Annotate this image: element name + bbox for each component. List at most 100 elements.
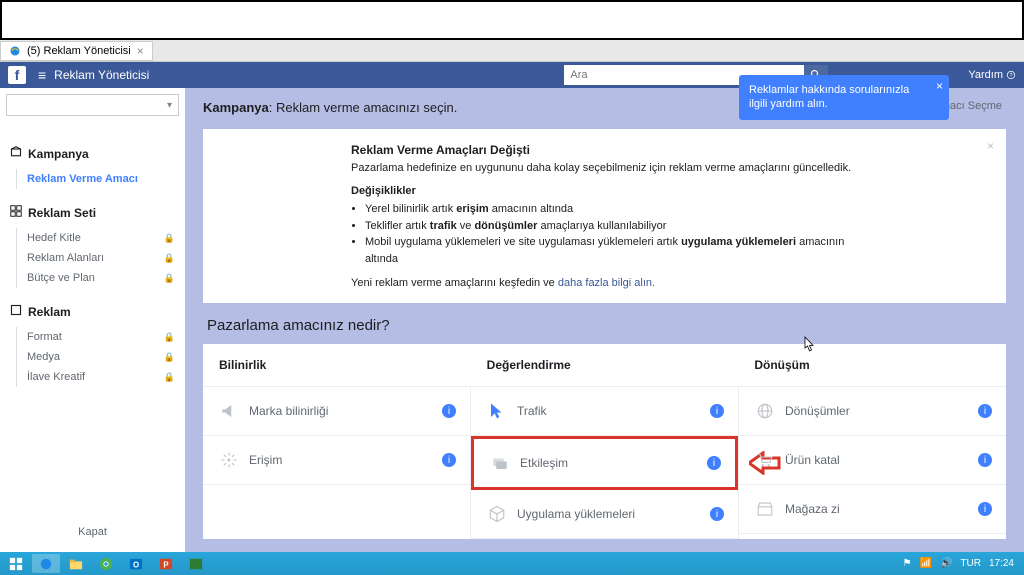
info-icon[interactable]: i [710,404,724,418]
notice-text: Pazarlama hedefinize en uygununu daha ko… [351,161,871,175]
svg-text:?: ? [1009,73,1012,79]
start-button[interactable] [2,554,30,573]
notice-title: Reklam Verme Amaçları Değişti [351,143,871,157]
tray-network-icon[interactable]: 📶 [920,558,932,569]
sidebar-item[interactable]: Medya🔒 [27,347,185,367]
sidebar-close-button[interactable]: Kapat [0,512,185,552]
sidebar-item[interactable]: Reklam Alanları🔒 [27,248,185,268]
help-tooltip: Reklamlar hakkında sorularınızla ilgili … [739,75,949,120]
tooltip-close-icon[interactable]: × [936,79,943,95]
taskbar-chrome-icon[interactable] [92,554,120,573]
notice-bullet: Mobil uygulama yüklemeleri ve site uygul… [365,234,871,267]
lock-icon: 🔒 [164,273,175,284]
section-icon [10,205,22,220]
lock-icon: 🔒 [164,233,175,244]
menu-icon[interactable]: ≡ [38,67,46,83]
objective-option[interactable]: Marka bilinirliği i [203,387,470,436]
sidebar-item[interactable]: Format🔒 [27,327,185,347]
objective-label: Trafik [517,404,547,418]
ie-favicon [9,45,21,57]
objective-column-header: Değerlendirme [471,344,739,386]
box-icon [487,504,507,524]
notice-footer: Yeni reklam verme amaçlarını keşfedin ve… [351,277,871,289]
globe-icon [755,401,775,421]
objective-label: Mağaza zi [785,502,840,516]
objective-label: Etkileşim [520,456,568,470]
tray-clock[interactable]: 17:24 [989,558,1014,569]
window-top-border [0,0,1024,40]
objective-option[interactable]: Trafik i [471,387,738,436]
windows-taskbar: O P ⚑ 📶 🔊 TUR 17:24 [0,552,1024,575]
info-icon[interactable]: i [442,453,456,467]
lock-icon: 🔒 [164,332,175,343]
info-icon[interactable]: i [707,456,721,470]
tray-volume-icon[interactable]: 🔊 [940,558,952,569]
sidebar-item[interactable]: Reklam Verme Amacı [27,169,185,189]
info-icon[interactable]: i [978,404,992,418]
sidebar-item[interactable]: Hedef Kitle🔒 [27,228,185,248]
objective-option[interactable]: Mağaza zi i [739,485,1006,534]
tray-flag-icon[interactable]: ⚑ [903,558,912,569]
learn-more-link[interactable]: daha fazla bilgi alın. [558,277,655,289]
objective-option[interactable]: Ürün katal i [739,436,1006,485]
lock-icon: 🔒 [164,253,175,264]
header-title: Reklam Yöneticisi [54,68,149,82]
tab-title: (5) Reklam Yöneticisi [27,45,131,57]
info-icon[interactable]: i [442,404,456,418]
objective-label: Ürün katal [785,453,840,467]
lock-icon: 🔒 [164,352,175,363]
tab-close-icon[interactable]: × [137,44,144,58]
content-area: Kampanya: Reklam verme amacınızı seçin. … [185,88,1024,552]
cursor-icon [487,401,507,421]
taskbar-app-icon[interactable] [182,554,210,573]
help-link[interactable]: Yardım ? [968,69,1016,81]
store-icon [755,499,775,519]
svg-text:O: O [133,560,139,569]
sidebar-item[interactable]: Bütçe ve Plan🔒 [27,268,185,288]
objective-option[interactable]: Erişim i [203,436,470,485]
sidebar-heading[interactable]: Reklam Seti [10,205,185,220]
notice-close-icon[interactable]: × [987,139,994,153]
notice-card: × Reklam Verme Amaçları Değişti Pazarlam… [203,129,1006,303]
section-icon [10,146,22,161]
taskbar-ie-icon[interactable] [32,554,60,573]
breadcrumb-step: macı Seçme [941,100,1002,112]
objective-column-header: Dönüşüm [738,344,1006,386]
account-dropdown[interactable]: ▾ [6,94,179,116]
info-icon[interactable]: i [978,502,992,516]
taskbar-powerpoint-icon[interactable]: P [152,554,180,573]
lock-icon: 🔒 [164,372,175,383]
objective-column-header: Bilinirlik [203,344,471,386]
notice-bullet: Teklifler artık trafik ve dönüşümler ama… [365,218,871,235]
notice-list: Yerel bilinirlik artık erişim amacının a… [351,201,871,267]
cart-icon [755,450,775,470]
sidebar-heading[interactable]: Kampanya [10,146,185,161]
notice-bullet: Yerel bilinirlik artık erişim amacının a… [365,201,871,218]
sidebar-item[interactable]: İlave Kreatif🔒 [27,367,185,387]
objective-label: Uygulama yüklemeleri [517,507,635,521]
notice-subtitle: Değişiklikler [351,185,871,197]
objective-option[interactable]: Uygulama yüklemeleri i [471,490,738,539]
objective-label: Erişim [249,453,282,467]
info-icon[interactable]: i [978,453,992,467]
tray-lang[interactable]: TUR [960,558,981,569]
section-icon [10,304,22,319]
engagement-icon [490,453,510,473]
svg-text:P: P [163,560,168,569]
objective-option[interactable]: Dönüşümler i [739,387,1006,436]
objective-label: Marka bilinirliği [249,404,328,418]
help-circle-icon: ? [1006,70,1016,80]
left-sidebar: ▾ Kampanya Reklam Verme Amacı Reklam Seti H… [0,88,185,552]
taskbar-explorer-icon[interactable] [62,554,90,573]
taskbar-outlook-icon[interactable]: O [122,554,150,573]
objective-label: Dönüşümler [785,404,850,418]
browser-tab-bar: (5) Reklam Yöneticisi × [0,40,1024,62]
sidebar-heading[interactable]: Reklam [10,304,185,319]
objective-option[interactable]: Etkileşim i [471,436,738,490]
browser-tab[interactable]: (5) Reklam Yöneticisi × [0,41,153,61]
megaphone-icon [219,401,239,421]
facebook-logo-icon[interactable]: f [8,66,26,84]
info-icon[interactable]: i [710,507,724,521]
reach-icon [219,450,239,470]
objectives-panel: BilinirlikDeğerlendirmeDönüşüm Marka bil… [203,344,1006,539]
